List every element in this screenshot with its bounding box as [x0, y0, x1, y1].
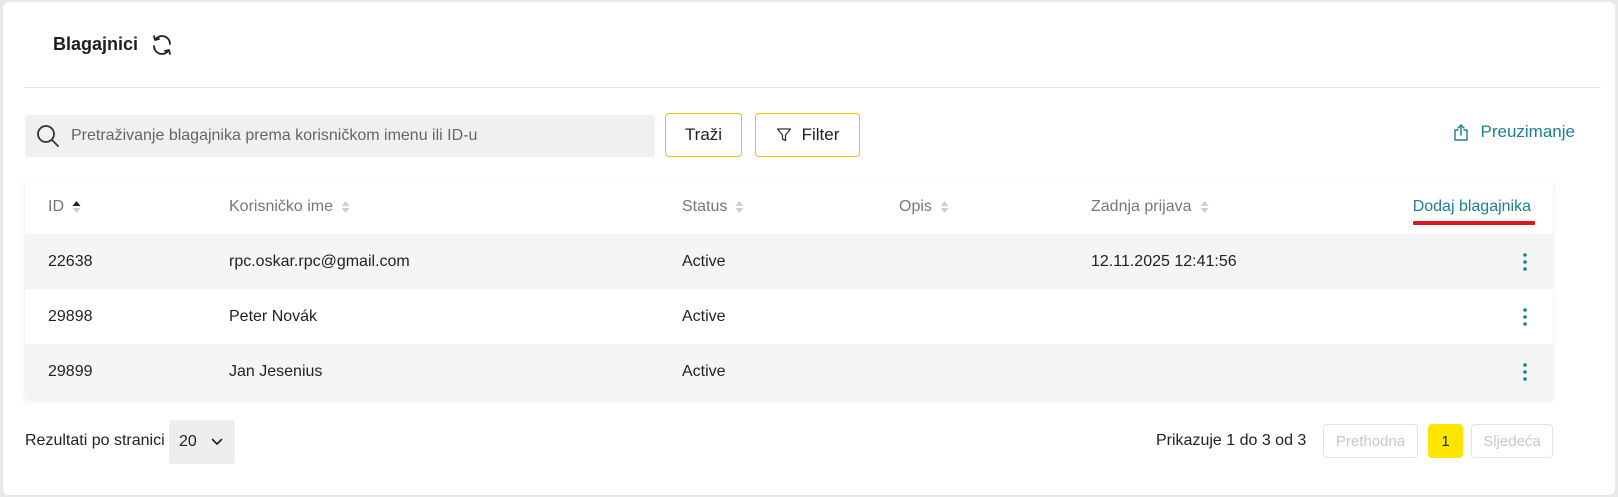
filter-button[interactable]: Filter: [755, 113, 860, 157]
refresh-icon[interactable]: [150, 33, 174, 57]
page-1-button[interactable]: 1: [1428, 424, 1463, 458]
per-page-select[interactable]: 20: [169, 420, 235, 464]
page-header: Blagajnici: [25, 2, 1601, 88]
per-page-label: Rezultati po stranici: [25, 432, 165, 449]
sort-icon[interactable]: [1200, 199, 1209, 215]
sort-asc-icon[interactable]: [72, 199, 81, 215]
cell-username: rpc.oskar.rpc@gmail.com: [229, 252, 410, 270]
pagination-footer: Rezultati po stranici 20 Prikazuje 1 do …: [25, 420, 1601, 466]
upload-icon: [1453, 123, 1469, 141]
chevron-down-icon: [211, 438, 223, 446]
search-input[interactable]: [71, 116, 655, 156]
column-header-id[interactable]: ID: [48, 179, 81, 234]
cashiers-table: ID Korisničko ime Status Opis Zadnja pri…: [25, 179, 1553, 399]
highlight-underline: [1413, 221, 1535, 225]
cell-username: Peter Novák: [229, 307, 318, 325]
sort-icon[interactable]: [735, 199, 744, 215]
sort-icon[interactable]: [341, 199, 350, 215]
sort-icon[interactable]: [940, 199, 949, 215]
search-box: [25, 115, 655, 157]
search-icon: [35, 123, 61, 149]
column-header-last-login[interactable]: Zadnja prijava: [1091, 179, 1209, 234]
cell-id: 29899: [48, 362, 93, 380]
cell-id: 22638: [48, 252, 93, 270]
table-row[interactable]: 22638 rpc.oskar.rpc@gmail.com Active 12.…: [25, 234, 1553, 289]
cell-last-login: 12.11.2025 12:41:56: [1091, 252, 1237, 270]
per-page-value: 20: [179, 433, 197, 450]
table-header-row: ID Korisničko ime Status Opis Zadnja pri…: [25, 179, 1553, 234]
cell-status: Active: [682, 307, 726, 325]
next-page-button[interactable]: Sljedeća: [1471, 424, 1553, 458]
search-button[interactable]: Traži: [665, 113, 742, 157]
cell-id: 29898: [48, 307, 93, 325]
download-label: Preuzimanje: [1480, 122, 1576, 141]
previous-page-button[interactable]: Prethodna: [1323, 424, 1418, 458]
toolbar: Traži Filter Preuzimanje: [25, 112, 1601, 158]
results-summary: Prikazuje 1 do 3 od 3: [1156, 432, 1307, 449]
cell-username: Jan Jesenius: [229, 362, 323, 380]
more-options-icon[interactable]: [1517, 306, 1533, 328]
more-options-icon[interactable]: [1517, 251, 1533, 273]
table-row[interactable]: 29898 Peter Novák Active: [25, 289, 1553, 344]
page-title: Blagajnici: [53, 34, 139, 54]
download-link[interactable]: Preuzimanje: [1453, 122, 1576, 142]
cell-status: Active: [682, 362, 726, 380]
column-header-description[interactable]: Opis: [899, 179, 949, 234]
filter-button-label: Filter: [801, 125, 840, 144]
cashiers-panel: Blagajnici Traži: [3, 2, 1615, 495]
table-row[interactable]: 29899 Jan Jesenius Active: [25, 344, 1553, 399]
column-header-status[interactable]: Status: [682, 179, 744, 234]
cell-status: Active: [682, 252, 726, 270]
column-header-username[interactable]: Korisničko ime: [229, 179, 350, 234]
filter-icon: [776, 127, 792, 143]
add-cashier-link[interactable]: Dodaj blagajnika: [1413, 179, 1531, 234]
more-options-icon[interactable]: [1517, 361, 1533, 383]
